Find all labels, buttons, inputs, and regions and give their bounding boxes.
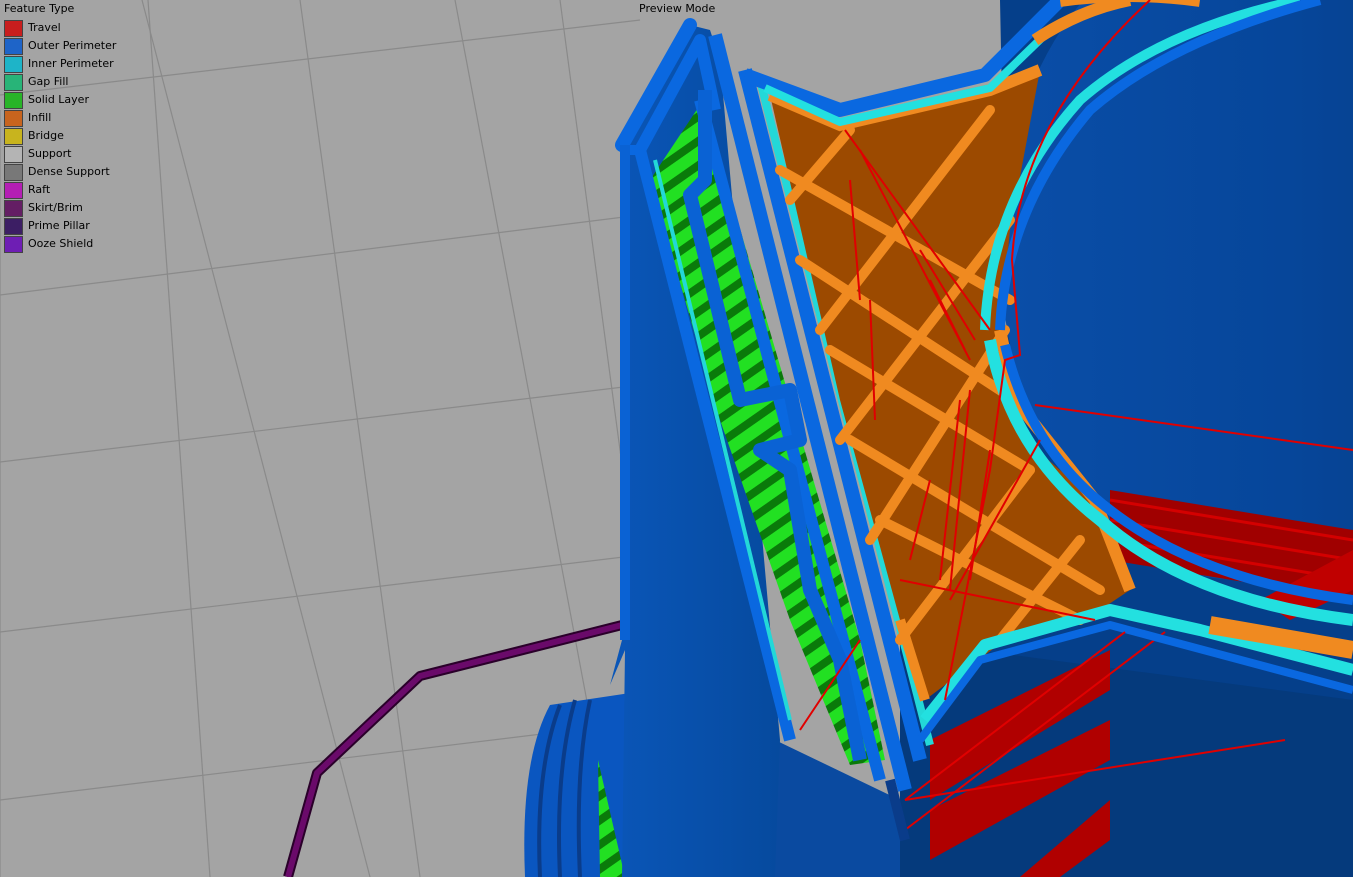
legend-item: Gap Fill [4,73,116,91]
legend-label: Infill [28,111,52,124]
legend-item: Solid Layer [4,91,116,109]
legend-swatch [4,109,23,127]
legend-label: Solid Layer [28,93,89,106]
legend-item: Dense Support [4,163,116,181]
legend-item: Support [4,145,116,163]
legend-swatch [4,181,23,199]
legend-label: Outer Perimeter [28,39,117,52]
legend-swatch [4,199,23,217]
legend-label: Ooze Shield [28,237,94,250]
legend-swatch [4,55,23,73]
toolpath-render[interactable] [0,0,1353,877]
legend-label: Inner Perimeter [28,57,114,70]
legend-swatch [4,91,23,109]
legend-item: Bridge [4,127,116,145]
legend-item: Infill [4,109,116,127]
legend-swatch [4,19,23,37]
legend-title: Feature Type [4,2,75,15]
legend-items: Travel Outer Perimeter Inner Perimeter Gap … [4,19,116,253]
feature-type-legend: Feature Type Travel Outer Perimeter Inner … [4,2,116,253]
legend-label: Skirt/Brim [28,201,83,214]
legend-label: Bridge [28,129,64,142]
legend-swatch [4,37,23,55]
legend-item: Outer Perimeter [4,37,116,55]
legend-item: Inner Perimeter [4,55,116,73]
legend-label: Dense Support [28,165,110,178]
legend-label: Support [28,147,72,160]
legend-item: Raft [4,181,116,199]
legend-swatch [4,127,23,145]
legend-swatch [4,217,23,235]
legend-item: Ooze Shield [4,235,116,253]
legend-swatch [4,235,23,253]
legend-label: Gap Fill [28,75,69,88]
legend-item: Skirt/Brim [4,199,116,217]
legend-swatch [4,163,23,181]
legend-swatch [4,73,23,91]
legend-item: Travel [4,19,116,37]
3d-preview-viewport[interactable]: Preview Mode Feature Type Travel Outer Pe… [0,0,1353,877]
legend-label: Prime Pillar [28,219,90,232]
legend-label: Travel [28,21,61,34]
legend-item: Prime Pillar [4,217,116,235]
legend-swatch [4,145,23,163]
preview-mode-label: Preview Mode [639,2,716,15]
legend-label: Raft [28,183,51,196]
